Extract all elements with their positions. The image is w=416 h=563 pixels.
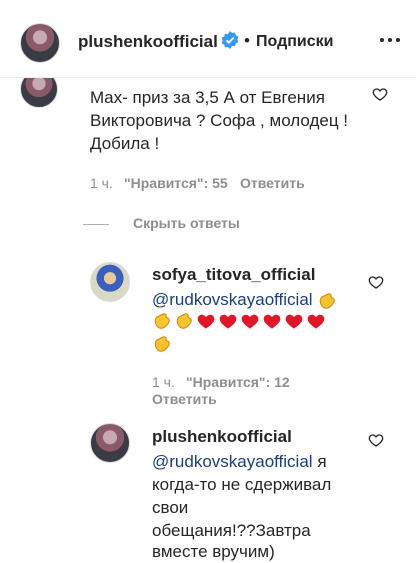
mention-link[interactable]: @rudkovskayaofficial xyxy=(152,290,313,309)
reply-button[interactable]: Ответить xyxy=(240,175,305,191)
reply-username[interactable]: plushenkoofficial xyxy=(152,427,292,447)
reply-text: @rudkovskayaofficial xyxy=(152,288,339,311)
emoji-row xyxy=(152,334,174,354)
reply-text-line: вместе вручим) xyxy=(152,542,275,561)
reply-text-line: свои xyxy=(152,498,189,517)
hide-replies-line xyxy=(83,224,109,225)
clap-emoji xyxy=(154,336,170,352)
red-heart-emoji xyxy=(307,314,325,329)
header-username[interactable]: plushenkoofficial xyxy=(78,32,218,52)
comment-text-line: Добила ! xyxy=(90,134,160,153)
clap-emoji xyxy=(320,292,336,309)
clap-emoji xyxy=(154,313,170,329)
red-heart-emoji xyxy=(263,314,281,329)
reply-text-segment: я xyxy=(317,452,327,471)
reply-username[interactable]: sofya_titova_official xyxy=(152,265,315,285)
hide-replies-button[interactable]: Скрыть ответы xyxy=(133,215,240,231)
reply-button[interactable]: Ответить xyxy=(152,391,217,407)
heart-outline-icon[interactable] xyxy=(368,274,384,290)
red-heart-emoji xyxy=(241,314,259,329)
follow-button[interactable]: Подписки xyxy=(256,33,333,51)
header-separator: • xyxy=(244,31,250,50)
heart-outline-icon[interactable] xyxy=(372,86,388,102)
red-heart-emoji xyxy=(219,314,237,329)
reply-likes[interactable]: "Нравится": 12 xyxy=(186,374,290,390)
red-heart-emoji xyxy=(197,314,215,329)
avatar[interactable] xyxy=(20,23,60,63)
reply-text: @rudkovskayaofficial я xyxy=(152,450,327,473)
emoji-row xyxy=(152,311,328,331)
heart-outline-icon[interactable] xyxy=(368,432,384,448)
mention-link[interactable]: @rudkovskayaofficial xyxy=(152,452,313,471)
comment-time[interactable]: 1 ч. xyxy=(90,175,113,191)
red-heart-emoji xyxy=(285,314,303,329)
post-header: plushenkoofficial • Подписки xyxy=(0,0,416,78)
comment-text-line: Max- приз за 3,5 А от Евгения xyxy=(90,88,325,107)
reply-text-line: обещания!??Завтра xyxy=(152,521,311,540)
reply-avatar[interactable] xyxy=(90,423,130,463)
reply-text-line: когда-то не сдерживал xyxy=(152,475,332,494)
more-options-icon[interactable] xyxy=(380,38,400,44)
comment-likes[interactable]: "Нравится": 55 xyxy=(124,175,228,191)
reply-time[interactable]: 1 ч. xyxy=(152,374,175,390)
reply-avatar[interactable] xyxy=(90,262,130,302)
clap-emoji xyxy=(176,313,192,329)
comment-text-line: Викторовича ? Софа , молодец ! xyxy=(90,111,349,130)
verified-badge-icon xyxy=(221,31,239,49)
